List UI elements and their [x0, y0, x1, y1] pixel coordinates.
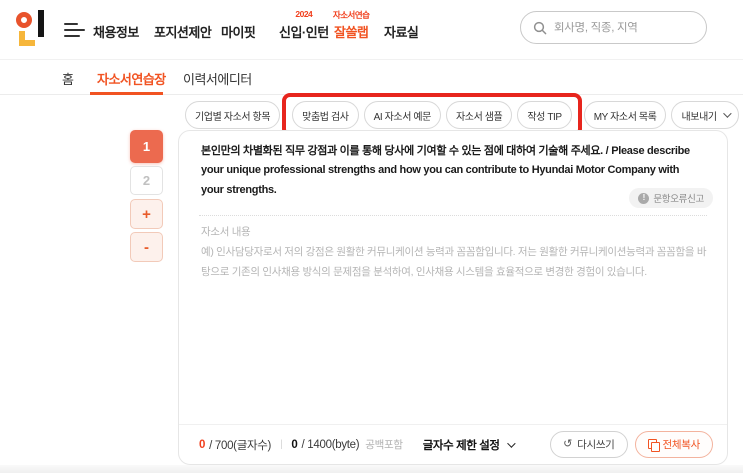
page-bottom-edge	[0, 465, 743, 473]
question-text: 본인만의 차별화된 직무 강점과 이를 통해 당사에 기여할 수 있는 점에 대…	[201, 145, 690, 196]
jalsseul-lab-cover-letter-practice-page: 채용정보 포지션제안 마이핏 2024 신입·인턴 자소서연습 잘쓸랩 자료실 …	[0, 0, 743, 473]
byte-count-current: 0	[291, 438, 298, 451]
search-box[interactable]	[520, 11, 707, 44]
subnav-item-home[interactable]: 홈	[62, 69, 74, 88]
menu-icon[interactable]	[64, 23, 86, 39]
refresh-icon: ↺	[563, 438, 573, 450]
nav-item-myfit[interactable]: 마이핏	[221, 22, 256, 41]
nav-item-jalsseul-lab[interactable]: 자소서연습 잘쓸랩	[333, 10, 370, 41]
nav-badge-2024: 2024	[295, 9, 313, 19]
search-icon	[533, 21, 547, 34]
subnav-item-resume-editor[interactable]: 이력서에디터	[183, 69, 252, 88]
question-pager: 1 2 + -	[130, 130, 163, 265]
chevron-down-icon	[722, 109, 732, 118]
export-button[interactable]: 내보내기	[671, 101, 739, 129]
rewrite-button[interactable]: ↺ 다시쓰기	[550, 431, 628, 458]
chevron-down-icon	[506, 438, 516, 448]
writing-tip-button[interactable]: 작성 TIP	[517, 101, 572, 129]
remove-question-button[interactable]: -	[130, 232, 163, 262]
char-limit-setting-dropdown[interactable]: 글자수 제한 설정	[423, 437, 516, 453]
add-question-button[interactable]: +	[130, 199, 163, 229]
my-cover-letter-list-button[interactable]: MY 자소서 목록	[583, 101, 667, 129]
copy-icon	[647, 439, 660, 452]
footer-actions: ↺ 다시쓰기 전체복사	[550, 431, 713, 458]
spaces-included-note: 공백포함	[365, 439, 403, 451]
top-header: 채용정보 포지션제안 마이핏 2024 신입·인턴 자소서연습 잘쓸랩 자료실	[0, 0, 743, 60]
copy-all-button[interactable]: 전체복사	[634, 431, 713, 458]
incruit-logo[interactable]	[16, 10, 52, 50]
nav-item-newbie-intern[interactable]: 2024 신입·인턴	[279, 9, 329, 41]
char-count-limit: / 700(글자수)	[209, 439, 272, 452]
cover-letter-textarea[interactable]: 자소서 내용 예) 인사담당자로서 저의 강점은 원활한 커뮤니케이션 능력과 …	[179, 216, 727, 424]
content-placeholder-example: 예) 인사담당자로서 저의 강점은 원활한 커뮤니케이션 능력과 꼼꼼함입니다.…	[201, 246, 707, 279]
editor-footer: 0 / 700(글자수) | 0 / 1400(byte) 공백포함 글자수 제…	[179, 424, 727, 464]
counter-divider: |	[280, 439, 283, 450]
subnav-item-cover-letter-practice[interactable]: 자소서연습장	[97, 69, 166, 88]
byte-count-limit: / 1400(byte)	[301, 438, 360, 451]
nav-badge-cover-letter-practice: 자소서연습	[332, 10, 370, 20]
active-tab-underline	[90, 92, 163, 95]
character-counter: 0 / 700(글자수) | 0 / 1400(byte) 공백포함 글자수 제…	[199, 437, 516, 453]
content-placeholder-label: 자소서 내용	[201, 226, 251, 238]
nav-item-jobs[interactable]: 채용정보	[93, 22, 139, 41]
info-icon: !	[638, 192, 650, 204]
editor-toolbar: 기업별 자소서 항목 맞춤법 검사 AI 자소서 예문 자소서 샘플 작성 TI…	[185, 93, 739, 137]
report-question-error-button[interactable]: ! 문항오류신고	[629, 188, 713, 208]
cover-letter-editor-card: 본인만의 차별화된 직무 강점과 이를 통해 당사에 기여할 수 있는 점에 대…	[178, 130, 728, 465]
search-input[interactable]	[554, 21, 684, 34]
question-page-2-button[interactable]: 2	[130, 166, 163, 195]
nav-item-position-offer[interactable]: 포지션제안	[154, 22, 212, 41]
logo-ring-shape	[16, 12, 32, 28]
company-cover-letter-items-button[interactable]: 기업별 자소서 항목	[185, 101, 281, 129]
nav-item-resources[interactable]: 자료실	[384, 22, 419, 41]
logo-bar-shape	[38, 10, 44, 37]
char-count-current: 0	[199, 438, 206, 451]
ai-cover-letter-examples-button[interactable]: AI 자소서 예문	[363, 101, 441, 129]
cover-letter-samples-button[interactable]: 자소서 샘플	[445, 101, 513, 129]
question-page-1-button[interactable]: 1	[130, 130, 163, 163]
spell-check-button[interactable]: 맞춤법 검사	[292, 101, 359, 129]
sub-navigation: 홈 자소서연습장 이력서에디터	[0, 60, 743, 95]
logo-l-shape	[19, 31, 35, 46]
